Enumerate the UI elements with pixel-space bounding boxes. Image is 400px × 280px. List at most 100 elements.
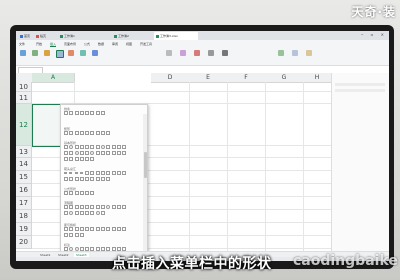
arrow-shape-icon[interactable] [64, 177, 68, 181]
row-header-17[interactable]: 17 [16, 197, 32, 210]
shape-row[interactable] [64, 233, 85, 237]
table-icon[interactable] [32, 50, 38, 56]
shape-row[interactable] [64, 151, 128, 155]
row-header-18[interactable]: 18 [16, 210, 32, 223]
banner-shape-icon[interactable] [106, 227, 111, 231]
banner-shape-icon[interactable] [64, 233, 68, 237]
row-header-11[interactable]: 11 [16, 92, 32, 104]
flowchart-shape-icon[interactable] [101, 211, 106, 215]
tab-workbook-3[interactable]: 工作簿3.xlsx [154, 32, 198, 40]
flowchart-shape-icon[interactable] [122, 205, 127, 209]
tab-workbook-1[interactable]: 工作簿1 [58, 32, 98, 40]
basic-shape-icon[interactable] [64, 157, 68, 161]
shape-row[interactable] [64, 177, 112, 181]
round-rectangle-shape-icon[interactable] [101, 131, 106, 135]
row-header-19[interactable]: 19 [16, 223, 32, 236]
basic-shape-icon[interactable] [122, 145, 127, 149]
divide-shape-icon[interactable] [79, 191, 84, 195]
flowchart-shape-icon[interactable] [116, 205, 121, 209]
flowchart-shape-icon[interactable] [95, 205, 100, 209]
icons-icon[interactable] [68, 50, 74, 56]
flowchart-shape-icon[interactable] [101, 205, 106, 209]
arrow-line-shape-icon[interactable] [69, 111, 74, 115]
star-shape-icon[interactable] [69, 227, 74, 231]
basic-shape-icon[interactable] [95, 151, 100, 155]
basic-shape-icon[interactable] [74, 157, 79, 161]
attachment-icon[interactable] [292, 50, 298, 56]
textbox-icon[interactable] [166, 50, 172, 56]
arrow-shape-icon[interactable] [111, 171, 116, 175]
star-shape-icon[interactable] [95, 227, 100, 231]
arrow-shape-icon[interactable] [116, 171, 121, 175]
rounded-rectangle-shape-icon[interactable] [69, 131, 74, 135]
flowchart-shape-icon[interactable] [90, 205, 95, 209]
flowchart-shape-icon[interactable] [85, 211, 90, 215]
star-shape-icon[interactable] [64, 227, 68, 231]
arrow-shape-icon[interactable] [79, 177, 84, 181]
line-shape-icon[interactable] [64, 111, 68, 115]
elbow-connector-shape-icon[interactable] [79, 111, 84, 115]
banner-shape-icon[interactable] [116, 227, 121, 231]
banner-shape-icon[interactable] [69, 233, 74, 237]
tab-home[interactable]: 首页 [18, 32, 32, 40]
shape-row[interactable] [64, 211, 106, 215]
equal-shape-icon[interactable] [85, 191, 90, 195]
arrow-shape-icon[interactable] [74, 177, 79, 181]
basic-shape-icon[interactable] [85, 145, 90, 149]
row-header-16[interactable]: 16 [16, 184, 32, 197]
basic-shape-icon[interactable] [79, 145, 84, 149]
flowchart-shape-icon[interactable] [69, 211, 74, 215]
arrow-shape-icon[interactable] [90, 171, 95, 175]
banner-shape-icon[interactable] [111, 227, 116, 231]
flowchart-shape-icon[interactable] [95, 211, 100, 215]
star-shape-icon[interactable] [74, 227, 79, 231]
flowchart-shape-icon[interactable] [74, 211, 79, 215]
table-row[interactable] [32, 92, 331, 104]
flowchart-shape-icon[interactable] [85, 205, 90, 209]
flowchart-shape-icon[interactable] [64, 205, 68, 209]
shapes-icon[interactable] [56, 50, 64, 58]
row-header-20[interactable]: 20 [16, 236, 32, 249]
tab-workbook-2[interactable]: 工作簿2 [112, 32, 152, 40]
arrow-shape-icon[interactable] [90, 177, 95, 181]
basic-shape-icon[interactable] [79, 157, 84, 161]
basic-shape-icon[interactable] [69, 157, 74, 161]
menu-page-layout[interactable]: 页面布局 [64, 42, 76, 46]
spreadsheet-grid[interactable]: A D E F G H 10 11 12 13 14 15 16 17 18 1… [16, 73, 332, 261]
row-header-12[interactable]: 12 [16, 104, 32, 146]
arrow-shape-icon[interactable] [106, 177, 111, 181]
shape-row[interactable] [64, 157, 96, 161]
basic-shape-icon[interactable] [85, 157, 90, 161]
menu-insert[interactable]: 插入 [50, 42, 57, 47]
shape-row[interactable] [64, 191, 96, 195]
flowchart-shape-icon[interactable] [69, 205, 74, 209]
basic-shape-icon[interactable] [90, 157, 95, 161]
basic-shape-icon[interactable] [64, 151, 68, 155]
menu-developer[interactable]: 开发工具 [140, 42, 152, 46]
banner-shape-icon[interactable] [122, 227, 127, 231]
menu-home[interactable]: 开始 [36, 42, 42, 46]
object-icon[interactable] [278, 50, 284, 56]
basic-shape-icon[interactable] [116, 151, 121, 155]
multiply-shape-icon[interactable] [74, 191, 79, 195]
arrow-shape-icon[interactable] [85, 177, 90, 181]
not-equal-shape-icon[interactable] [90, 191, 95, 195]
header-footer-icon[interactable] [180, 50, 186, 56]
basic-shape-icon[interactable] [116, 145, 121, 149]
task-pane-field[interactable] [335, 83, 385, 86]
symbol-icon[interactable] [208, 50, 214, 56]
shape-row[interactable] [64, 227, 128, 231]
right-arrow-shape-icon[interactable] [64, 171, 68, 175]
double-arrow-line-shape-icon[interactable] [74, 111, 79, 115]
equation-icon[interactable] [222, 50, 228, 56]
arrow-shape-icon[interactable] [85, 171, 90, 175]
arrow-shape-icon[interactable] [95, 177, 100, 181]
flowchart-shape-icon[interactable] [79, 205, 84, 209]
flowchart-shape-icon[interactable] [111, 205, 116, 209]
shapes-dropdown[interactable]: 线条 矩形 基本形状 箭头总汇 公式形状 流程图 星与旗帜 标注 [60, 104, 148, 261]
basic-shape-icon[interactable] [101, 145, 106, 149]
star-shape-icon[interactable] [85, 227, 90, 231]
arrow-shape-icon[interactable] [69, 177, 74, 181]
basic-shape-icon[interactable] [90, 145, 95, 149]
basic-shape-icon[interactable] [101, 151, 106, 155]
